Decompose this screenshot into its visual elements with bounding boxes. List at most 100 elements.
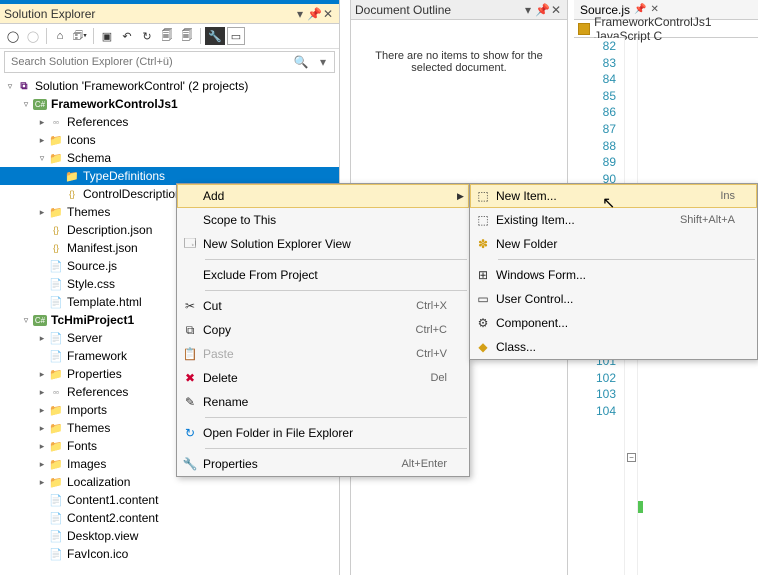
menu-item: 📋PasteCtrl+V: [177, 342, 469, 366]
menu-item[interactable]: ⧉CopyCtrl+C: [177, 318, 469, 342]
tree-node[interactable]: Content2.content: [0, 509, 339, 527]
toggle-icon[interactable]: 🗊▾: [71, 27, 89, 45]
back-icon[interactable]: ◯: [4, 27, 22, 45]
expander-icon[interactable]: ▸: [36, 117, 48, 128]
tree-node[interactable]: ▿Schema: [0, 149, 339, 167]
close-tab-icon[interactable]: ✕: [650, 4, 658, 15]
menu-separator: [205, 448, 467, 449]
menu-icon: ✖: [177, 371, 203, 385]
home-icon[interactable]: ⌂: [51, 27, 69, 45]
menu-label: Rename: [203, 395, 447, 409]
search-box[interactable]: 🔍 ▾: [4, 51, 335, 73]
menu-item[interactable]: ✖DeleteDel: [177, 366, 469, 390]
expander-icon[interactable]: ▿: [4, 81, 16, 92]
file-icon: [48, 529, 64, 543]
menu-item[interactable]: Exclude From Project: [177, 263, 469, 287]
menu-label: Delete: [203, 371, 430, 385]
expander-icon[interactable]: ▸: [36, 405, 48, 416]
menu-icon: ⬚: [470, 189, 496, 203]
search-dropdown-icon[interactable]: ▾: [312, 55, 334, 69]
panel-dropdown-icon[interactable]: ▾: [293, 7, 307, 21]
refresh-icon[interactable]: ↻: [138, 27, 156, 45]
solution-node[interactable]: ▿ Solution 'FrameworkControl' (2 project…: [0, 77, 339, 95]
menu-item[interactable]: ✂CutCtrl+X: [177, 294, 469, 318]
tree-node[interactable]: Desktop.view: [0, 527, 339, 545]
menu-icon: ◆: [470, 340, 496, 354]
search-icon[interactable]: 🔍: [290, 55, 312, 69]
expander-icon[interactable]: ▸: [36, 477, 48, 488]
panel-dropdown-icon[interactable]: ▾: [521, 3, 535, 17]
menu-item[interactable]: ◆Class...: [470, 335, 757, 359]
menu-item[interactable]: ↻Open Folder in File Explorer: [177, 421, 469, 445]
menu-label: Cut: [203, 299, 416, 313]
menu-shortcut: Ins: [720, 190, 745, 202]
close-icon[interactable]: ✕: [549, 3, 563, 17]
expander-icon[interactable]: ▿: [36, 153, 48, 164]
folder-icon: [64, 169, 80, 183]
menu-item[interactable]: ⬚Existing Item...Shift+Alt+A: [470, 208, 757, 232]
pin-icon[interactable]: 📌: [307, 7, 321, 21]
tree-label: Style.css: [67, 277, 115, 291]
properties-icon[interactable]: 🔧: [205, 27, 225, 45]
menu-icon: 📋: [177, 347, 203, 361]
menu-item[interactable]: Scope to This: [177, 208, 469, 232]
panel-title: Document Outline: [355, 3, 521, 17]
tree-label: Properties: [67, 367, 122, 381]
menu-item[interactable]: 🗔New Solution Explorer View: [177, 232, 469, 256]
expander-icon[interactable]: ▸: [36, 333, 48, 344]
menu-label: User Control...: [496, 292, 735, 306]
menu-item[interactable]: ✎Rename: [177, 390, 469, 414]
menu-item[interactable]: Add▶: [177, 184, 469, 208]
forward-icon[interactable]: ◯: [24, 27, 42, 45]
folder-icon: [48, 403, 64, 417]
proj-icon: [32, 97, 48, 111]
tree-label: TcHmiProject1: [51, 313, 134, 327]
tree-label: Themes: [67, 421, 110, 435]
menu-item[interactable]: ⚙Component...: [470, 311, 757, 335]
pin-icon[interactable]: 📌: [535, 3, 549, 17]
search-input[interactable]: [5, 56, 290, 68]
expander-icon[interactable]: ▸: [36, 387, 48, 398]
tree-label: Content1.content: [67, 493, 158, 507]
menu-icon: ⬚: [470, 213, 496, 227]
fold-box-icon[interactable]: −: [627, 453, 636, 462]
submenu-arrow-icon: ▶: [457, 191, 469, 202]
expander-icon[interactable]: ▿: [20, 315, 32, 326]
collapse-icon[interactable]: ↶: [118, 27, 136, 45]
menu-item[interactable]: ✽New Folder: [470, 232, 757, 256]
expander-icon[interactable]: ▸: [36, 207, 48, 218]
menu-item[interactable]: ⬚New Item...Ins: [470, 184, 757, 208]
file-icon: [48, 511, 64, 525]
tree-label: Themes: [67, 205, 110, 219]
tree-node[interactable]: ▿FrameworkControlJs1: [0, 95, 339, 113]
tree-label: Manifest.json: [67, 241, 138, 255]
tree-node[interactable]: FavIcon.ico: [0, 545, 339, 563]
menu-label: Properties: [203, 457, 401, 471]
preview-icon[interactable]: ▭: [227, 27, 245, 45]
code-nav-dropdown[interactable]: FrameworkControlJs1 JavaScript C: [574, 20, 758, 38]
tree-node[interactable]: ▸Icons: [0, 131, 339, 149]
expander-icon[interactable]: ▸: [36, 369, 48, 380]
expander-icon[interactable]: ▸: [36, 423, 48, 434]
menu-item[interactable]: 🔧PropertiesAlt+Enter: [177, 452, 469, 476]
line-number: 102: [574, 370, 616, 387]
panel-title: Solution Explorer: [4, 7, 293, 21]
folder-icon: [48, 133, 64, 147]
close-icon[interactable]: ✕: [321, 7, 335, 21]
expander-icon[interactable]: ▿: [20, 99, 32, 110]
folder-icon: [48, 475, 64, 489]
tree-node[interactable]: Content1.content: [0, 491, 339, 509]
copy-icon[interactable]: 🗐: [178, 27, 196, 45]
expander-icon[interactable]: ▸: [36, 441, 48, 452]
tree-node[interactable]: ▸References: [0, 113, 339, 131]
pin-tab-icon[interactable]: 📌: [634, 4, 646, 15]
menu-item[interactable]: ▭User Control...: [470, 287, 757, 311]
expander-icon[interactable]: ▸: [36, 459, 48, 470]
sync-icon[interactable]: ▣: [98, 27, 116, 45]
tree-label: Desktop.view: [67, 529, 138, 543]
menu-item[interactable]: ⊞Windows Form...: [470, 263, 757, 287]
tree-label: Framework: [67, 349, 127, 363]
expander-icon[interactable]: ▸: [36, 135, 48, 146]
line-number: 83: [574, 55, 616, 72]
showall-icon[interactable]: 🗐: [158, 27, 176, 45]
